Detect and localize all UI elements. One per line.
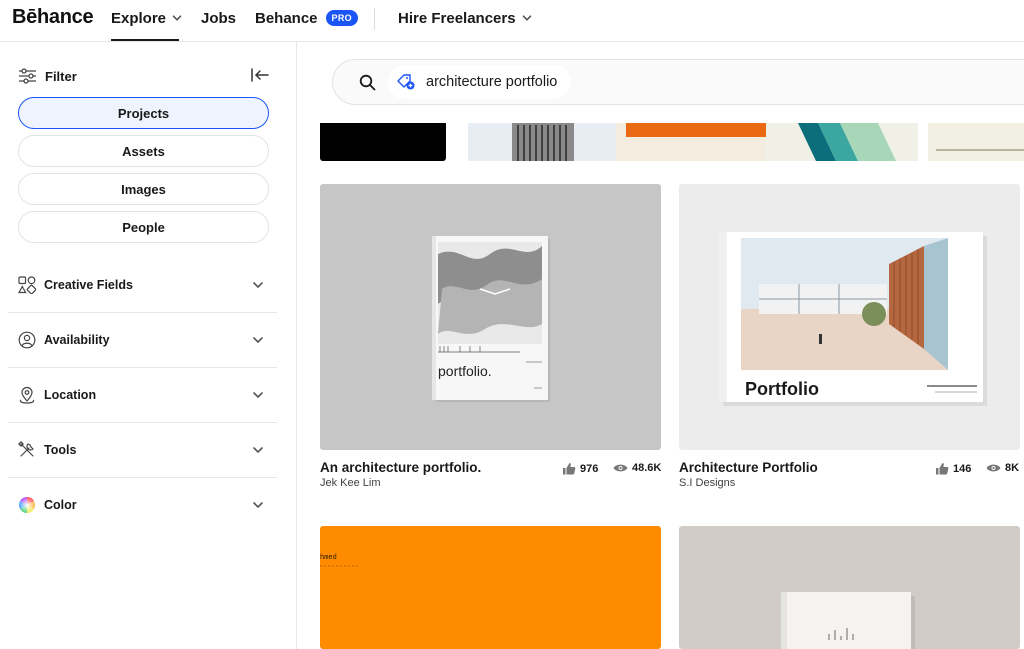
- project-thumbnail[interactable]: [468, 123, 1024, 161]
- views-count: 8K: [986, 462, 1019, 474]
- cover-title-text: Portfolio: [745, 379, 819, 399]
- type-people-button[interactable]: People: [18, 211, 269, 243]
- top-navigation: Bēhance Explore Jobs Behance PRO Hire Fr…: [0, 0, 1024, 42]
- nav-explore-label: Explore: [111, 9, 167, 27]
- likes-value: 146: [953, 462, 972, 475]
- filter-label: Filter: [45, 68, 77, 84]
- section-creative-fields[interactable]: Creative Fields: [8, 258, 277, 313]
- project-owner[interactable]: Jek Kee Lim: [320, 477, 381, 489]
- shapes-icon: [18, 276, 36, 294]
- search-query-chip[interactable]: architecture portfolio: [388, 65, 572, 99]
- search-icon[interactable]: [359, 74, 376, 91]
- thumbs-up-icon: [563, 463, 576, 475]
- project-cover-image[interactable]: [679, 526, 1020, 649]
- results-area: architecture portfolio portfolio. An arc…: [297, 42, 1024, 649]
- project-cover-image[interactable]: hmed: [320, 526, 661, 649]
- behance-logo[interactable]: Bēhance: [12, 6, 94, 29]
- pro-badge: PRO: [325, 10, 358, 26]
- nav-divider: [374, 8, 375, 30]
- type-assets-button[interactable]: Assets: [18, 135, 269, 167]
- filter-header: Filter: [18, 68, 77, 84]
- project-cover-image[interactable]: portfolio.: [320, 184, 661, 450]
- views-value: 8K: [1005, 462, 1020, 474]
- chevron-down-icon: [172, 15, 182, 21]
- search-bar[interactable]: architecture portfolio: [332, 59, 1024, 105]
- portfolio-book-mockup: portfolio.: [432, 236, 550, 402]
- section-location[interactable]: Location: [8, 368, 277, 423]
- location-pin-icon: [19, 386, 35, 404]
- thumbs-up-icon: [936, 463, 949, 475]
- portfolio-book-mockup: Portfolio: [719, 232, 987, 406]
- search-query-text: architecture portfolio: [426, 74, 558, 90]
- appreciations-count: 146: [935, 462, 971, 475]
- project-thumbnail[interactable]: [320, 123, 446, 161]
- cover-title-text: hmed: [320, 554, 337, 562]
- appreciations-count: 976: [562, 462, 598, 475]
- nav-behance-pro[interactable]: Behance PRO: [255, 9, 358, 27]
- collapse-sidebar-icon[interactable]: [250, 67, 270, 83]
- person-circle-icon: [18, 331, 36, 349]
- likes-value: 976: [580, 462, 599, 475]
- chevron-down-icon: [253, 337, 263, 343]
- section-label: Location: [44, 388, 97, 402]
- cover-title-text: portfolio.: [438, 363, 492, 379]
- chevron-down-icon: [253, 282, 263, 288]
- filter-sidebar: Filter Projects Assets Images People Cre…: [0, 42, 297, 649]
- chevron-down-icon: [253, 447, 263, 453]
- eye-icon: [986, 464, 1001, 472]
- chevron-down-icon: [522, 15, 531, 21]
- section-label: Tools: [44, 443, 77, 457]
- section-availability[interactable]: Availability: [8, 313, 277, 368]
- nav-jobs[interactable]: Jobs: [201, 9, 236, 27]
- tag-plus-icon: [397, 74, 415, 90]
- nav-hire-label: Hire Freelancers: [398, 9, 516, 27]
- nav-explore[interactable]: Explore: [111, 9, 182, 27]
- project-title[interactable]: Architecture Portfolio: [679, 460, 818, 475]
- section-color[interactable]: Color: [8, 477, 277, 532]
- active-tab-indicator: [111, 39, 179, 41]
- type-images-button[interactable]: Images: [18, 173, 269, 205]
- section-tools[interactable]: Tools: [8, 423, 277, 478]
- chevron-down-icon: [253, 501, 263, 508]
- eye-icon: [613, 464, 628, 472]
- color-wheel-icon: [19, 496, 35, 513]
- chevron-down-icon: [253, 392, 263, 398]
- project-cover-image[interactable]: Portfolio: [679, 184, 1020, 450]
- tools-icon: [18, 441, 34, 457]
- views-value: 48.6K: [632, 462, 662, 474]
- orange-cover-graphic: hmed: [320, 554, 360, 567]
- section-label: Creative Fields: [44, 278, 133, 292]
- section-label: Availability: [44, 333, 110, 347]
- building-thumbnail-image: [468, 123, 1024, 161]
- project-owner[interactable]: S.I Designs: [679, 477, 735, 489]
- project-title[interactable]: An architecture portfolio.: [320, 460, 481, 475]
- views-count: 48.6K: [613, 462, 661, 474]
- section-label: Color: [44, 497, 77, 512]
- nav-behance-label: Behance: [255, 9, 318, 27]
- book-cover-mockup: [781, 592, 915, 649]
- nav-hire-freelancers[interactable]: Hire Freelancers: [398, 9, 532, 27]
- type-projects-button[interactable]: Projects: [18, 97, 269, 129]
- sliders-icon: [19, 68, 36, 84]
